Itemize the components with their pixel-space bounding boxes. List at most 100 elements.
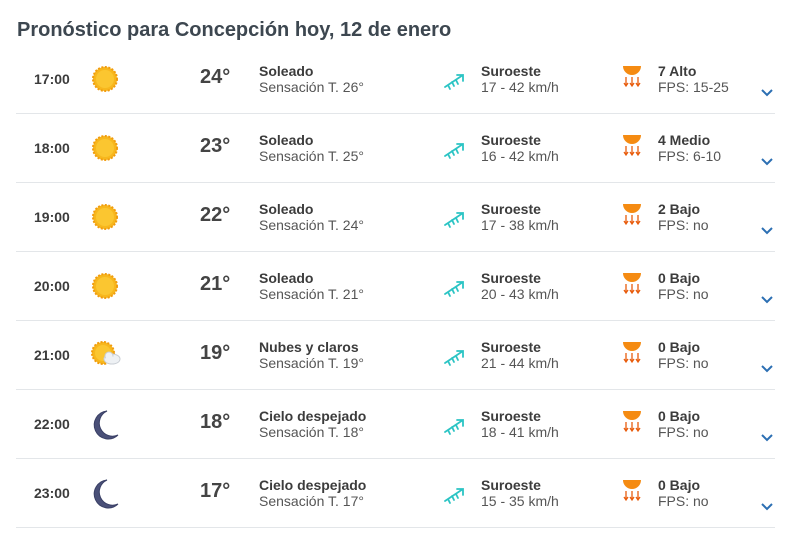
uv-icon (621, 201, 643, 227)
wind-info: Suroeste 21 - 44 km/h (481, 339, 559, 371)
wind-icon (443, 416, 467, 436)
feels-like: Sensación T. 26° (259, 79, 364, 95)
uv-info: 0 Bajo FPS: no (658, 270, 709, 302)
wind-speed: 21 - 44 km/h (481, 355, 559, 371)
wind-direction: Suroeste (481, 477, 541, 493)
uv-info: 4 Medio FPS: 6-10 (658, 132, 721, 164)
forecast-row[interactable]: 22:00 18° Cielo despejado Sensación T. 1… (16, 390, 775, 459)
forecast-row[interactable]: 17:00 24° Soleado Sensación T. 26° Suroe… (16, 45, 775, 114)
fps-value: FPS: no (658, 355, 709, 371)
sky-condition: Soleado (259, 63, 314, 79)
sky-description: Cielo despejado Sensación T. 18° (259, 408, 366, 440)
sky-condition: Cielo despejado (259, 408, 367, 424)
sky-condition: Nubes y claros (259, 339, 359, 355)
uv-index: 7 Alto (658, 63, 697, 79)
sky-description: Soleado Sensación T. 21° (259, 270, 364, 302)
uv-icon (621, 270, 643, 296)
hour-label: 21:00 (34, 347, 70, 363)
wind-direction: Suroeste (481, 132, 541, 148)
sky-description: Cielo despejado Sensación T. 17° (259, 477, 366, 509)
uv-index: 4 Medio (658, 132, 711, 148)
uv-index: 2 Bajo (658, 201, 701, 217)
chevron-down-icon[interactable] (760, 154, 774, 166)
wind-icon (443, 485, 467, 505)
wind-direction: Suroeste (481, 201, 541, 217)
hourly-forecast-list: 17:00 24° Soleado Sensación T. 26° Suroe… (16, 45, 775, 528)
moon-icon (90, 409, 120, 440)
chevron-down-icon[interactable] (760, 85, 774, 97)
chevron-down-icon[interactable] (760, 223, 774, 235)
uv-index: 0 Bajo (658, 408, 701, 424)
sun-icon (90, 133, 120, 163)
sun-icon (90, 271, 120, 301)
uv-index: 0 Bajo (658, 477, 701, 493)
wind-info: Suroeste 16 - 42 km/h (481, 132, 559, 164)
chevron-down-icon[interactable] (760, 292, 774, 304)
wind-icon (443, 209, 467, 229)
wind-direction: Suroeste (481, 408, 541, 424)
wind-info: Suroeste 17 - 42 km/h (481, 63, 559, 95)
hour-label: 22:00 (34, 416, 70, 432)
wind-icon (443, 278, 467, 298)
feels-like: Sensación T. 17° (259, 493, 364, 509)
fps-value: FPS: no (658, 493, 709, 509)
feels-like: Sensación T. 24° (259, 217, 364, 233)
uv-info: 2 Bajo FPS: no (658, 201, 709, 233)
fps-value: FPS: no (658, 286, 709, 302)
wind-info: Suroeste 20 - 43 km/h (481, 270, 559, 302)
forecast-row[interactable]: 23:00 17° Cielo despejado Sensación T. 1… (16, 459, 775, 528)
sky-description: Soleado Sensación T. 24° (259, 201, 364, 233)
uv-info: 7 Alto FPS: 15-25 (658, 63, 729, 95)
hour-label: 17:00 (34, 71, 70, 87)
chevron-down-icon[interactable] (760, 430, 774, 442)
wind-speed: 15 - 35 km/h (481, 493, 559, 509)
moon-icon (90, 478, 120, 509)
sun-icon (90, 64, 120, 94)
sky-description: Soleado Sensación T. 25° (259, 132, 364, 164)
fps-value: FPS: no (658, 217, 709, 233)
wind-icon (443, 71, 467, 91)
uv-info: 0 Bajo FPS: no (658, 477, 709, 509)
uv-info: 0 Bajo FPS: no (658, 339, 709, 371)
forecast-row[interactable]: 18:00 23° Soleado Sensación T. 25° Suroe… (16, 114, 775, 183)
sky-description: Soleado Sensación T. 26° (259, 63, 364, 95)
hour-label: 18:00 (34, 140, 70, 156)
hour-label: 20:00 (34, 278, 70, 294)
temperature: 22° (200, 204, 231, 226)
fps-value: FPS: no (658, 424, 709, 440)
sun-cloud-icon (90, 340, 121, 370)
page-title: Pronóstico para Concepción hoy, 12 de en… (17, 19, 452, 41)
wind-info: Suroeste 18 - 41 km/h (481, 408, 559, 440)
uv-icon (621, 339, 643, 365)
temperature: 23° (200, 135, 231, 157)
forecast-row[interactable]: 20:00 21° Soleado Sensación T. 21° Suroe… (16, 252, 775, 321)
wind-direction: Suroeste (481, 339, 541, 355)
hour-label: 23:00 (34, 485, 70, 501)
uv-icon (621, 132, 643, 158)
forecast-row[interactable]: 21:00 19° Nubes y claros Sensación T. 19… (16, 321, 775, 390)
sky-description: Nubes y claros Sensación T. 19° (259, 339, 364, 371)
sky-condition: Soleado (259, 270, 314, 286)
uv-index: 0 Bajo (658, 270, 701, 286)
wind-speed: 18 - 41 km/h (481, 424, 559, 440)
fps-value: FPS: 15-25 (658, 79, 729, 95)
wind-speed: 17 - 42 km/h (481, 79, 559, 95)
chevron-down-icon[interactable] (760, 361, 774, 373)
sky-condition: Soleado (259, 132, 314, 148)
feels-like: Sensación T. 19° (259, 355, 364, 371)
forecast-row[interactable]: 19:00 22° Soleado Sensación T. 24° Suroe… (16, 183, 775, 252)
wind-icon (443, 347, 467, 367)
uv-index: 0 Bajo (658, 339, 701, 355)
wind-info: Suroeste 15 - 35 km/h (481, 477, 559, 509)
wind-speed: 17 - 38 km/h (481, 217, 559, 233)
uv-icon (621, 408, 643, 434)
wind-direction: Suroeste (481, 63, 541, 79)
hour-label: 19:00 (34, 209, 70, 225)
feels-like: Sensación T. 18° (259, 424, 364, 440)
uv-icon (621, 477, 643, 503)
temperature: 18° (200, 411, 231, 433)
uv-icon (621, 63, 643, 89)
sun-icon (90, 202, 120, 232)
wind-info: Suroeste 17 - 38 km/h (481, 201, 559, 233)
chevron-down-icon[interactable] (760, 499, 774, 511)
